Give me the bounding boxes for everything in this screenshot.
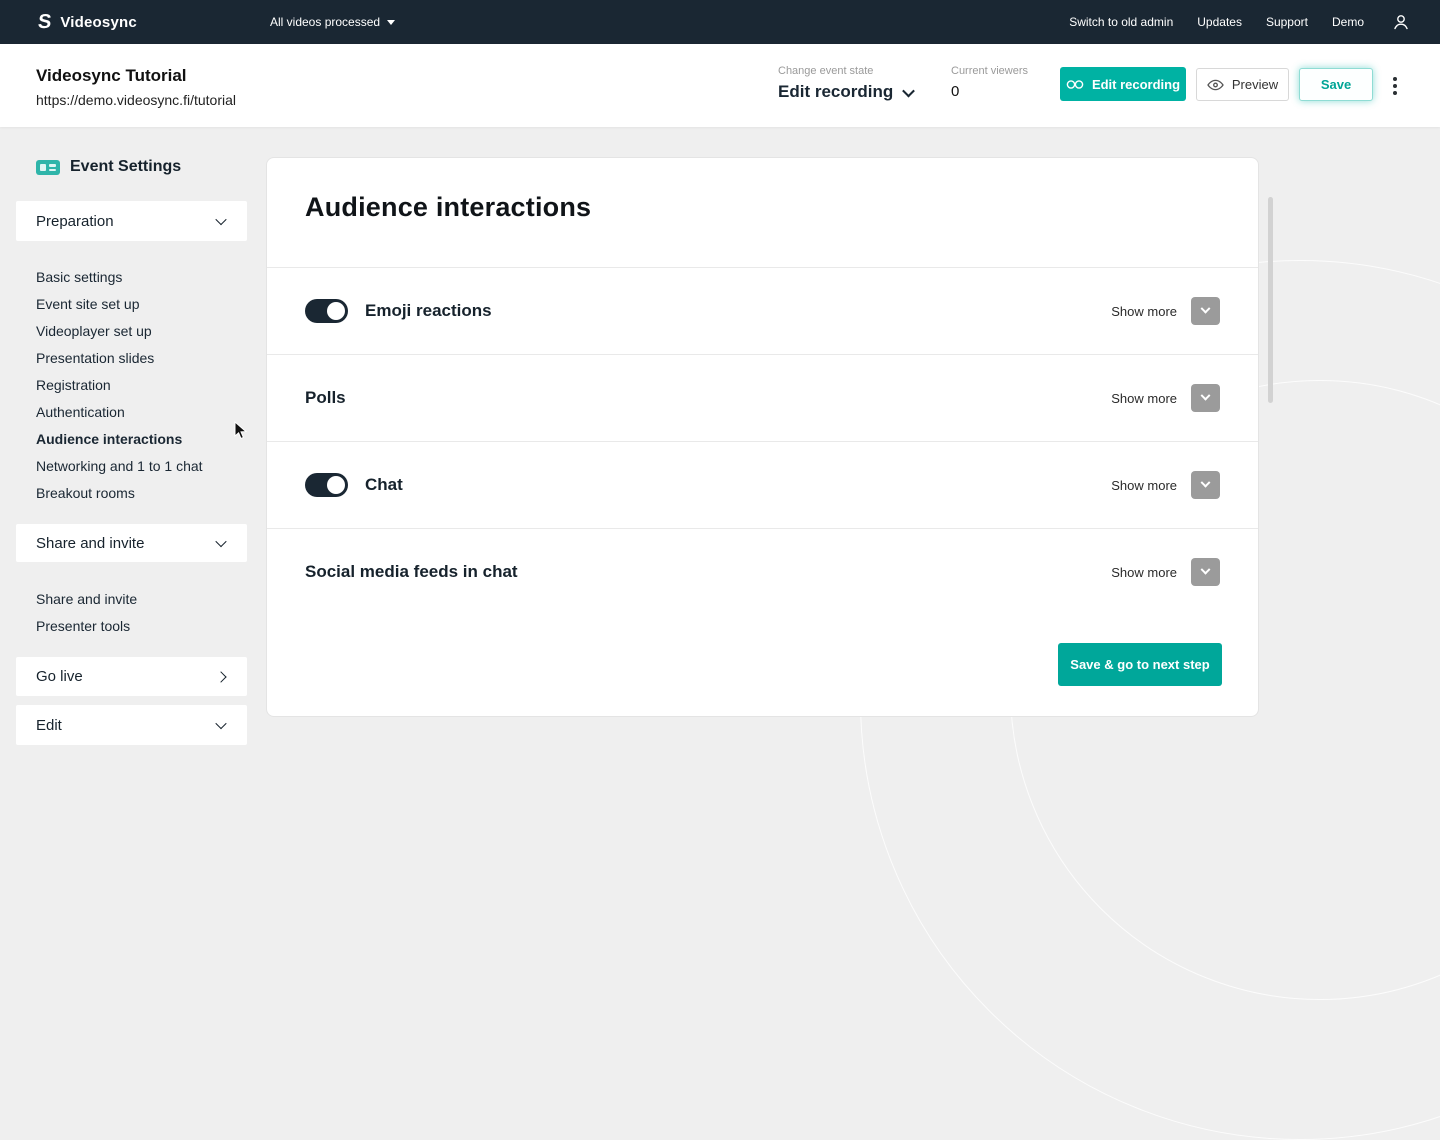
show-more-link[interactable]: Show more — [1111, 391, 1177, 406]
row-social-media-feeds: Social media feeds in chat Show more — [267, 528, 1258, 615]
sidebar-item-authentication[interactable]: Authentication — [36, 399, 203, 426]
section-edit-label: Edit — [36, 717, 62, 734]
account-icon[interactable] — [1392, 13, 1410, 36]
link-switch-old-admin[interactable]: Switch to old admin — [1069, 15, 1173, 29]
chevron-down-icon — [215, 214, 226, 225]
section-share-label: Share and invite — [36, 535, 144, 552]
section-go-live[interactable]: Go live — [16, 657, 247, 696]
sidebar-item-basic-settings[interactable]: Basic settings — [36, 264, 203, 291]
event-settings-icon — [36, 160, 60, 175]
chevron-right-icon — [215, 671, 226, 682]
sidebar-item-registration[interactable]: Registration — [36, 372, 203, 399]
chevron-down-icon — [1201, 390, 1211, 400]
event-url: https://demo.videosync.fi/tutorial — [36, 92, 236, 108]
link-updates[interactable]: Updates — [1197, 15, 1242, 29]
section-edit[interactable]: Edit — [16, 705, 247, 745]
audience-interactions-panel: Audience interactions Emoji reactions Sh… — [266, 157, 1259, 717]
row-chat: Chat Show more — [267, 441, 1258, 528]
share-items: Share and invite Presenter tools — [36, 586, 137, 640]
videosync-logo-icon: S — [37, 12, 52, 32]
chevron-down-icon — [215, 536, 226, 547]
row-label: Social media feeds in chat — [305, 562, 518, 582]
section-go-live-label: Go live — [36, 668, 83, 685]
sidebar-item-networking[interactable]: Networking and 1 to 1 chat — [36, 453, 203, 480]
event-state-label: Change event state — [778, 65, 913, 77]
chevron-down-icon — [1201, 564, 1211, 574]
event-state-dropdown[interactable]: Edit recording — [778, 82, 913, 102]
event-settings-title: Event Settings — [70, 158, 181, 176]
preview-button[interactable]: Preview — [1196, 68, 1289, 101]
eye-icon — [1207, 79, 1224, 91]
event-state-value: Edit recording — [778, 82, 893, 102]
save-next-step-button[interactable]: Save & go to next step — [1058, 643, 1222, 686]
current-viewers-count: 0 — [951, 83, 1028, 100]
save-button[interactable]: Save — [1299, 68, 1373, 101]
panel-title: Audience interactions — [305, 192, 1220, 223]
sidebar-item-videoplayer-setup[interactable]: Videoplayer set up — [36, 318, 203, 345]
chevron-down-icon — [1201, 303, 1211, 313]
more-options-kebab-icon[interactable] — [1391, 75, 1399, 97]
edit-recording-label: Edit recording — [1092, 77, 1180, 92]
videos-processed-label: All videos processed — [270, 15, 380, 29]
settings-sidebar: Event Settings Preparation Basic setting… — [0, 127, 263, 730]
current-viewers-label: Current viewers — [951, 65, 1028, 77]
chat-toggle[interactable] — [305, 473, 348, 497]
save-label: Save — [1321, 77, 1351, 92]
row-label: Polls — [305, 388, 346, 408]
brand-name: Videosync — [60, 14, 137, 31]
brand: S Videosync — [38, 0, 137, 44]
sidebar-item-presenter-tools[interactable]: Presenter tools — [36, 613, 137, 640]
section-preparation-label: Preparation — [36, 213, 114, 230]
section-share-and-invite[interactable]: Share and invite — [16, 524, 247, 562]
sidebar-item-share-and-invite[interactable]: Share and invite — [36, 586, 137, 613]
preparation-items: Basic settings Event site set up Videopl… — [36, 264, 203, 507]
edit-recording-button[interactable]: Edit recording — [1060, 67, 1186, 101]
current-viewers-block: Current viewers 0 — [951, 65, 1028, 100]
show-more-link[interactable]: Show more — [1111, 478, 1177, 493]
chevron-down-icon — [902, 84, 915, 97]
caret-down-icon — [387, 20, 395, 25]
panel-footer: Save & go to next step — [267, 615, 1258, 686]
settings-rows: Emoji reactions Show more Polls Show mor… — [267, 267, 1258, 615]
scrollbar-thumb[interactable] — [1268, 197, 1273, 403]
preview-label: Preview — [1232, 77, 1278, 92]
emoji-reactions-toggle[interactable] — [305, 299, 348, 323]
record-icon — [1066, 79, 1084, 90]
section-preparation[interactable]: Preparation — [16, 201, 247, 241]
expand-row-button[interactable] — [1191, 471, 1220, 499]
chevron-down-icon — [215, 718, 226, 729]
row-label: Emoji reactions — [365, 301, 492, 321]
sidebar-item-event-site-setup[interactable]: Event site set up — [36, 291, 203, 318]
topbar-links: Switch to old admin Updates Support Demo — [1069, 0, 1364, 44]
topbar: S Videosync All videos processed Switch … — [0, 0, 1440, 44]
row-polls: Polls Show more — [267, 354, 1258, 441]
sidebar-item-breakout-rooms[interactable]: Breakout rooms — [36, 480, 203, 507]
event-header: Videosync Tutorial https://demo.videosyn… — [0, 44, 1440, 127]
event-title: Videosync Tutorial — [36, 66, 187, 86]
link-demo[interactable]: Demo — [1332, 15, 1364, 29]
event-state-block: Change event state Edit recording — [778, 65, 913, 102]
expand-row-button[interactable] — [1191, 558, 1220, 586]
chevron-down-icon — [1201, 477, 1211, 487]
link-support[interactable]: Support — [1266, 15, 1308, 29]
event-settings-heading: Event Settings — [36, 158, 181, 176]
sidebar-item-presentation-slides[interactable]: Presentation slides — [36, 345, 203, 372]
sidebar-item-audience-interactions[interactable]: Audience interactions — [36, 426, 203, 453]
show-more-link[interactable]: Show more — [1111, 565, 1177, 580]
show-more-link[interactable]: Show more — [1111, 304, 1177, 319]
expand-row-button[interactable] — [1191, 384, 1220, 412]
videos-processed-dropdown[interactable]: All videos processed — [270, 0, 395, 44]
row-emoji-reactions: Emoji reactions Show more — [267, 267, 1258, 354]
row-label: Chat — [365, 475, 403, 495]
expand-row-button[interactable] — [1191, 297, 1220, 325]
